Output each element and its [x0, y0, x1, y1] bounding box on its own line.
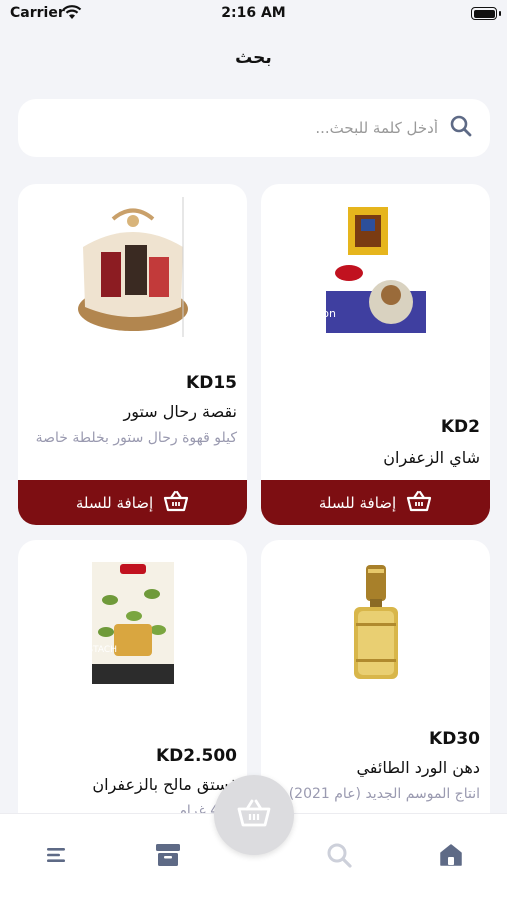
page-title: بحث — [235, 48, 272, 68]
product-price: KD15 — [186, 373, 237, 393]
product-price: KD2.500 — [155, 746, 237, 766]
battery-icon — [471, 7, 501, 20]
product-card[interactable]: PISTACH KD2.500 فستق مالح بالزعفران 400 … — [18, 540, 247, 840]
tab-menu[interactable] — [44, 844, 70, 870]
product-name: دهن الورد الطائفي — [356, 758, 480, 777]
search-icon — [438, 113, 474, 143]
tab-archive[interactable] — [155, 844, 181, 870]
basket-icon — [237, 799, 271, 831]
product-image-coffee-basket — [18, 184, 247, 349]
product-card[interactable]: KD30 دهن الورد الطائفي انتاج الموسم الجد… — [261, 540, 490, 840]
search-input[interactable] — [138, 119, 438, 137]
add-to-cart-label: إضافة للسلة — [75, 493, 154, 512]
search-icon — [325, 841, 353, 873]
add-to-cart-button[interactable]: إضافة للسلة — [18, 480, 247, 525]
product-image-saffron-tea: Saffron — [261, 184, 490, 349]
product-description: كيلو قهوة رحال ستور بخلطة خاصة — [35, 430, 237, 446]
basket-icon — [406, 490, 432, 516]
tab-search[interactable] — [325, 841, 353, 873]
menu-icon — [46, 846, 68, 868]
status-bar: Carrier 2:16 AM — [0, 0, 507, 30]
product-card[interactable]: Saffron KD2 شاي الزعفران إضافة للسلة — [261, 184, 490, 525]
cart-fab-button[interactable] — [214, 775, 294, 855]
product-name: نقصة رحال ستور — [123, 402, 237, 421]
clock: 2:16 AM — [221, 5, 286, 21]
product-name: فستق مالح بالزعفران — [92, 775, 237, 794]
svg-text:PISTACH: PISTACH — [90, 645, 117, 655]
product-image-perfume-oil — [261, 540, 490, 705]
basket-icon — [163, 490, 189, 516]
archive-icon — [155, 843, 181, 871]
product-card[interactable]: KD15 نقصة رحال ستور كيلو قهوة رحال ستور … — [18, 184, 247, 525]
product-image-pistachio: PISTACH — [18, 540, 247, 705]
tab-home[interactable] — [438, 844, 464, 870]
add-to-cart-label: إضافة للسلة — [318, 493, 397, 512]
product-description: انتاج الموسم الجديد (عام 2021) — [288, 786, 480, 802]
product-price: KD2 — [440, 417, 480, 437]
svg-text:Saffron: Saffron — [321, 307, 336, 320]
product-name: شاي الزعفران — [383, 448, 480, 467]
add-to-cart-button[interactable]: إضافة للسلة — [261, 480, 490, 525]
product-price: KD30 — [429, 729, 480, 749]
home-icon — [439, 844, 463, 870]
search-bar[interactable] — [18, 99, 490, 157]
